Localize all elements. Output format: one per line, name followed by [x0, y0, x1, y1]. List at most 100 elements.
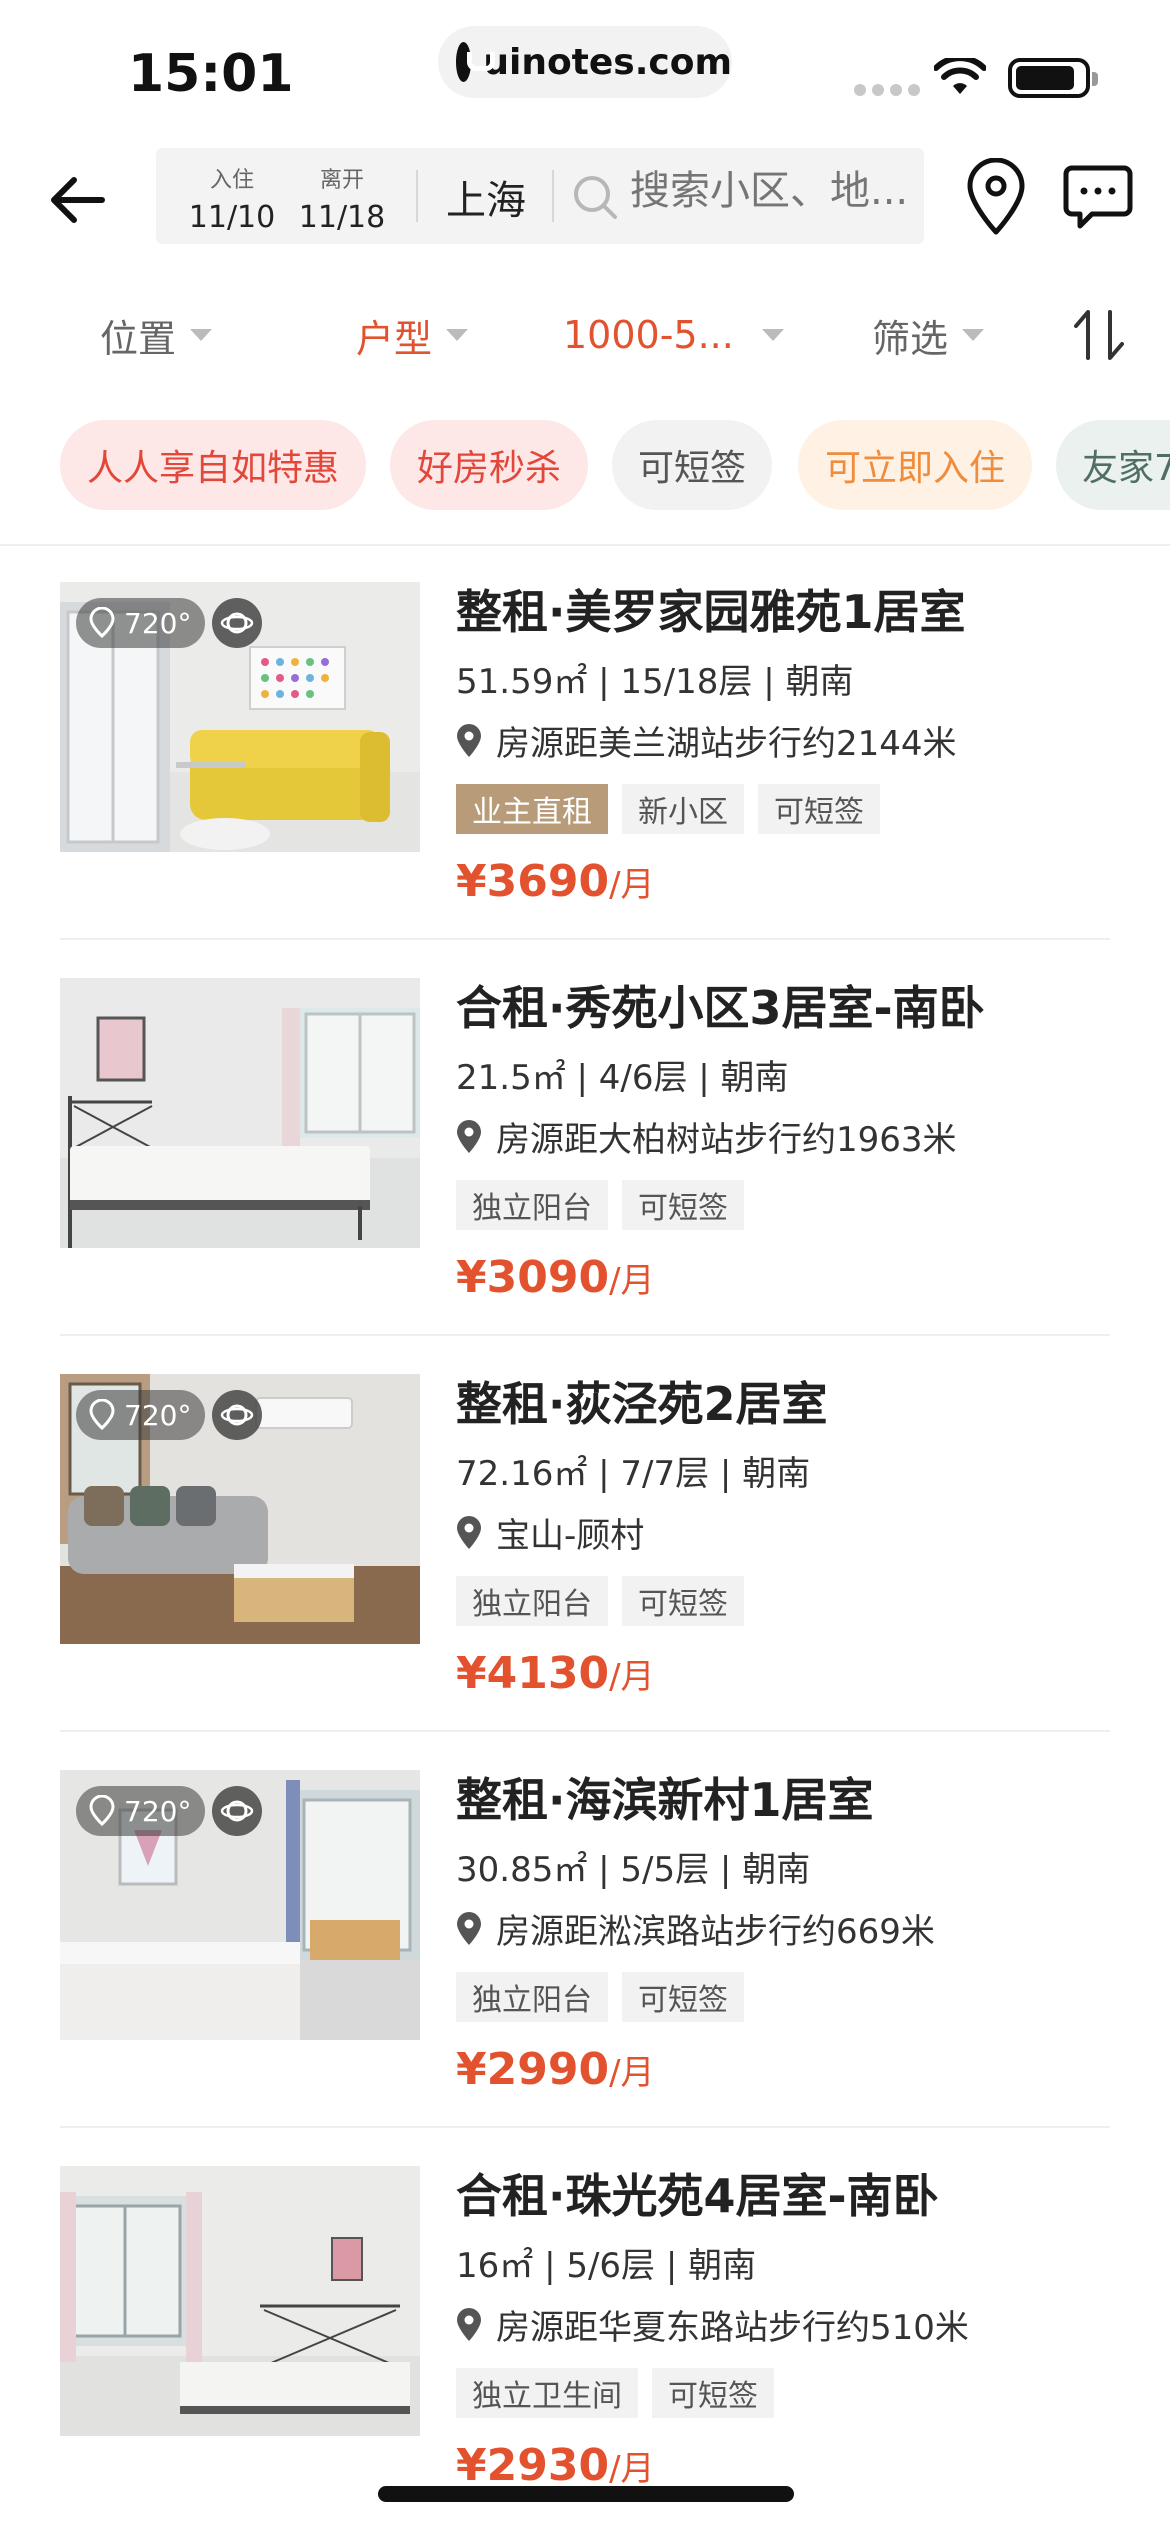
- price-unit: /月: [609, 865, 655, 905]
- checkout-date: 11/18: [298, 200, 386, 235]
- price-amount: ¥3690: [456, 856, 610, 907]
- listing-meta: 72.16㎡ | 7/7层 | 朝南: [456, 1454, 811, 1494]
- home-indicator[interactable]: [378, 2486, 794, 2502]
- listing-tags: 独立卫生间 可短签: [456, 2368, 774, 2418]
- listing-card[interactable]: 720° 整租·荻泾苑2居室 72.16㎡ | 7/7层 | 朝南 宝山-顾村 …: [0, 1336, 1170, 1732]
- city-selector[interactable]: 上海: [446, 168, 526, 226]
- vr-720-badge: 720°: [76, 598, 206, 648]
- url-text: uinotes.com: [483, 41, 732, 83]
- room-photo-bedroom: [60, 2166, 420, 2436]
- listing-location: 房源距大柏树站步行约1963米: [456, 1112, 957, 1161]
- url-pill[interactable]: uinotes.com: [438, 26, 732, 98]
- filter-more[interactable]: 筛选: [872, 300, 985, 370]
- caret-down-icon: [446, 329, 469, 341]
- chip-flash-sale[interactable]: 好房秒杀: [390, 420, 588, 510]
- search-input[interactable]: [630, 168, 910, 214]
- caret-down-icon: [962, 329, 985, 341]
- listing-title[interactable]: 整租·海滨新村1居室: [456, 1764, 873, 1830]
- chip-move-in-now[interactable]: 可立即入住: [798, 420, 1032, 510]
- listing-photo[interactable]: 720°: [60, 1770, 420, 2040]
- tag-private-balcony: 独立阳台: [456, 1972, 608, 2022]
- app-screen: 15:01 uinotes.com 入住 11/10 离开 11/18 上海 搜…: [0, 0, 1170, 2532]
- caret-down-icon: [761, 329, 784, 341]
- listing-title[interactable]: 合租·秀苑小区3居室-南卧: [456, 972, 985, 1038]
- listing-price: ¥2990/月: [456, 2044, 655, 2095]
- listing-tags: 独立阳台 可短签: [456, 1576, 744, 1626]
- back-arrow-icon[interactable]: [40, 162, 116, 238]
- listing-title[interactable]: 合租·珠光苑4居室-南卧: [456, 2160, 939, 2226]
- caret-down-icon: [190, 329, 213, 341]
- listing-location-text: 房源距大柏树站步行约1963米: [496, 1120, 957, 1160]
- tag-short-term: 可短签: [758, 784, 880, 834]
- filter-location[interactable]: 位置: [100, 300, 213, 370]
- listing-tags: 业主直租 新小区 可短签: [456, 784, 880, 834]
- search-box[interactable]: 入住 11/10 离开 11/18 上海: [156, 148, 924, 244]
- listing-location: 房源距美兰湖站步行约2144米: [456, 716, 957, 765]
- vr-720-label: 720°: [124, 1398, 192, 1432]
- listing-card[interactable]: 合租·秀苑小区3居室-南卧 21.5㎡ | 4/6层 | 朝南 房源距大柏树站步…: [0, 940, 1170, 1336]
- price-unit: /月: [609, 1657, 655, 1697]
- listing-photo[interactable]: 720°: [60, 1374, 420, 1644]
- message-icon[interactable]: [1062, 160, 1134, 232]
- price-amount: ¥2990: [456, 2044, 610, 2095]
- checkin-date-picker[interactable]: 入住 11/10: [182, 162, 282, 235]
- listing-card[interactable]: 720° 整租·海滨新村1居室 30.85㎡ | 5/5层 | 朝南 房源距淞滨…: [0, 1732, 1170, 2128]
- vr-view-icon[interactable]: [212, 1786, 262, 1836]
- filter-layout-label: 户型: [356, 316, 433, 361]
- checkin-date: 11/10: [188, 200, 276, 235]
- listing-price: ¥2930/月: [456, 2440, 655, 2491]
- listing-meta: 30.85㎡ | 5/5层 | 朝南: [456, 1850, 811, 1890]
- filter-location-label: 位置: [100, 316, 177, 361]
- listing-photo[interactable]: 720°: [60, 582, 420, 852]
- location-pin-icon: [457, 1515, 481, 1549]
- cellular-signal-icon: [854, 84, 920, 96]
- location-pin-icon: [457, 1119, 481, 1153]
- listing-card[interactable]: 合租·珠光苑4居室-南卧 16㎡ | 5/6层 | 朝南 房源距华夏东路站步行约…: [0, 2128, 1170, 2524]
- listing-title[interactable]: 整租·荻泾苑2居室: [456, 1368, 827, 1434]
- tag-new-community: 新小区: [622, 784, 744, 834]
- listing-location-text: 宝山-顾村: [496, 1516, 645, 1556]
- listing-location: 房源距华夏东路站步行约510米: [456, 2300, 969, 2349]
- tag-private-balcony: 独立阳台: [456, 1180, 608, 1230]
- filter-price[interactable]: 1000-5...: [563, 300, 784, 370]
- filter-layout[interactable]: 户型: [356, 300, 469, 370]
- price-amount: ¥4130: [456, 1648, 610, 1699]
- tag-short-term: 可短签: [652, 2368, 774, 2418]
- filter-more-label: 筛选: [872, 316, 949, 361]
- vr-720-badge: 720°: [76, 1390, 206, 1440]
- divider: [416, 170, 418, 222]
- location-pin-icon: [457, 1911, 481, 1945]
- status-bar: 15:01 uinotes.com: [0, 0, 1170, 140]
- map-pin-icon[interactable]: [960, 158, 1032, 236]
- checkin-label: 入住: [209, 168, 254, 193]
- chip-youjia[interactable]: 友家7: [1056, 420, 1170, 510]
- listing-price: ¥3690/月: [456, 856, 655, 907]
- search-header: 入住 11/10 离开 11/18 上海: [0, 148, 1170, 248]
- search-icon: [574, 176, 617, 219]
- price-unit: /月: [609, 2449, 655, 2489]
- vr-view-icon[interactable]: [212, 1390, 262, 1440]
- checkout-date-picker[interactable]: 离开 11/18: [292, 162, 392, 235]
- listing-photo[interactable]: [60, 2166, 420, 2436]
- listing-card[interactable]: 720° 整租·美罗家园雅苑1居室 51.59㎡ | 15/18层 | 朝南 房…: [0, 544, 1170, 940]
- vr-view-icon[interactable]: [212, 598, 262, 648]
- price-amount: ¥3090: [456, 1252, 610, 1303]
- price-amount: ¥2930: [456, 2440, 610, 2491]
- listing-photo[interactable]: [60, 978, 420, 1248]
- listing-meta: 21.5㎡ | 4/6层 | 朝南: [456, 1058, 789, 1098]
- site-logo-icon: [456, 42, 496, 82]
- panorama-icon: [89, 1399, 115, 1431]
- checkout-label: 离开: [319, 168, 364, 193]
- battery-icon: [1008, 58, 1098, 98]
- tag-owner-direct: 业主直租: [456, 784, 608, 834]
- status-time: 15:01: [128, 44, 294, 104]
- listing-title[interactable]: 整租·美罗家园雅苑1居室: [456, 576, 965, 642]
- panorama-icon: [89, 1795, 115, 1827]
- chip-ziroom-deal[interactable]: 人人享自如特惠: [60, 420, 366, 510]
- chip-short-term[interactable]: 可短签: [612, 420, 772, 510]
- listing-tags: 独立阳台 可短签: [456, 1972, 744, 2022]
- sort-icon[interactable]: [1072, 306, 1128, 364]
- room-photo-bedroom: [60, 978, 420, 1248]
- price-unit: /月: [609, 1261, 655, 1301]
- panorama-icon: [89, 607, 115, 639]
